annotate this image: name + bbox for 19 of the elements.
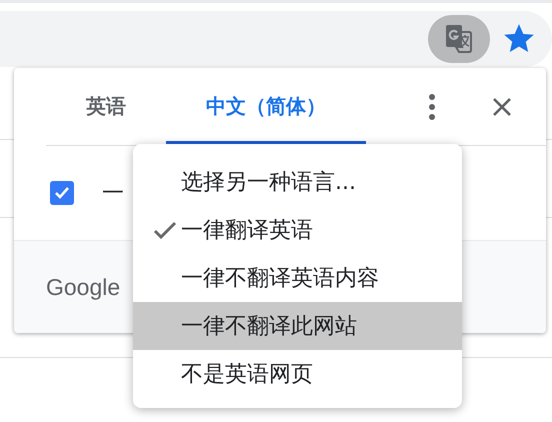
check-icon xyxy=(153,220,177,240)
menu-item[interactable]: 一律不翻译英语内容 xyxy=(133,254,462,302)
footer-brand: Google xyxy=(46,274,120,300)
menu-item[interactable]: 一律不翻译此网站 xyxy=(133,302,462,350)
menu-item[interactable]: 一律翻译英语 xyxy=(133,206,462,254)
menu-item[interactable]: 不是英语网页 xyxy=(133,350,462,398)
checkbox[interactable] xyxy=(50,181,74,205)
star-icon xyxy=(504,24,534,54)
translate-icon xyxy=(445,24,473,54)
bookmark-star-button[interactable] xyxy=(504,24,534,54)
more-icon xyxy=(428,92,436,120)
more-options-button[interactable] xyxy=(428,92,436,120)
close-icon xyxy=(492,96,512,116)
checkbox-label: 一 xyxy=(102,180,124,208)
checkmark-icon xyxy=(54,186,70,200)
close-button[interactable] xyxy=(492,96,512,116)
language-tab[interactable]: 英语 xyxy=(46,68,166,145)
menu-item[interactable]: 选择另一种语言... xyxy=(133,158,462,206)
translate-button[interactable] xyxy=(428,15,490,63)
